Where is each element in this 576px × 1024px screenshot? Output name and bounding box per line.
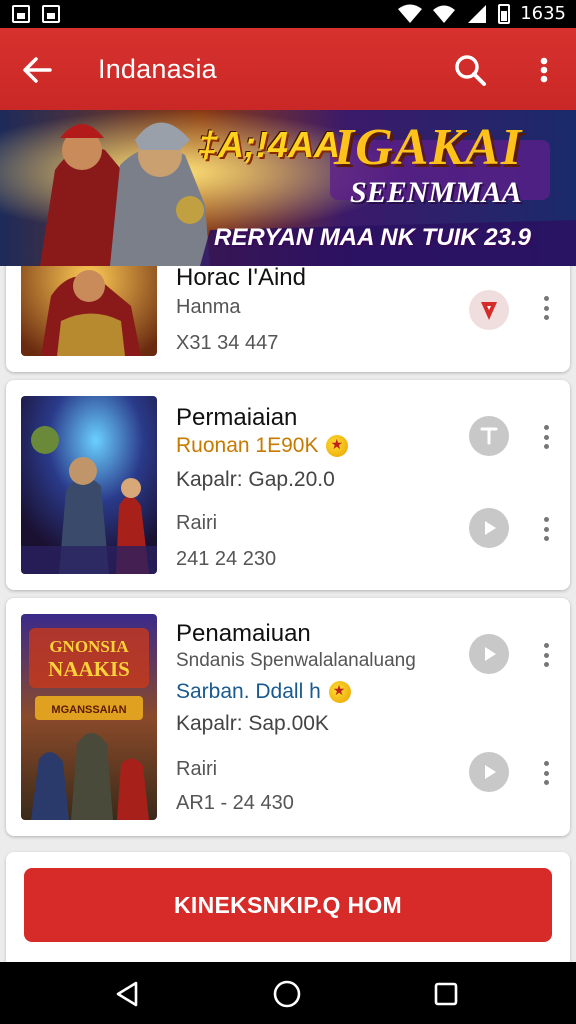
game-title: Horac I'Aind	[176, 264, 306, 291]
search-icon	[455, 55, 486, 86]
thumb-title-2: NAAKIS	[48, 657, 130, 681]
notification-icons	[12, 5, 60, 23]
nav-home-icon	[273, 980, 301, 1008]
game-title: Permaiaian	[176, 404, 298, 431]
thumb-banner-text: MGANSSAIAN	[51, 704, 126, 716]
card-menu-button-secondary[interactable]	[536, 514, 556, 544]
clock: 1635	[520, 3, 566, 24]
play-icon	[485, 647, 496, 661]
back-arrow-icon	[23, 57, 52, 83]
search-button[interactable]	[448, 48, 492, 92]
card-menu-button[interactable]	[536, 422, 556, 452]
image-notification-icon	[42, 5, 60, 23]
download-icon	[480, 427, 498, 445]
nav-recents-button[interactable]	[428, 976, 464, 1012]
card-menu-button-secondary[interactable]	[536, 758, 556, 788]
game-detail: Kapalr: Sap.00K	[176, 712, 329, 735]
game-thumbnail-3: GNONSIA NAAKIS MGANSSAIAN	[21, 614, 157, 820]
thumb-title-1: GNONSIA	[49, 637, 129, 656]
download-button[interactable]	[469, 416, 509, 456]
primary-action-button[interactable]: KINEKSNKIP.Q HOM	[24, 868, 552, 942]
nav-home-button[interactable]	[269, 976, 305, 1012]
app-bar: Indanasia	[0, 28, 576, 110]
game-thumbnail-2	[21, 396, 157, 574]
gallery-notification-icon	[12, 5, 30, 23]
game-description: Sndanis Spenwalalanaluang	[176, 650, 416, 671]
promo-banner[interactable]: ‡A;!4AA! IGAKAI SEENMMAA RERYAN MAA NK T…	[0, 110, 576, 266]
play-button[interactable]	[469, 634, 509, 674]
game-highlight-text: Sarban. Ddall h	[176, 680, 321, 703]
shield-download-icon	[481, 302, 497, 320]
banner-tagline: RERYAN MAA NK TUIK 23.9	[214, 224, 531, 251]
game-highlight: Ruonan 1E90K	[176, 434, 349, 458]
play-button[interactable]	[469, 508, 509, 548]
banner-text-left: ‡A;!4AA!	[198, 124, 353, 165]
overflow-menu-button[interactable]	[526, 48, 562, 92]
game-developer: Rairi	[176, 512, 218, 534]
game-developer: Hanma	[176, 296, 241, 318]
signal-icon	[433, 5, 456, 23]
badge-icon	[326, 435, 349, 458]
game-highlight-text: Ruonan 1E90K	[176, 434, 319, 457]
cell-signal-icon	[468, 4, 487, 23]
more-vert-icon	[540, 57, 548, 83]
game-title: Penamaiuan	[176, 620, 311, 647]
game-stats: X31 34 447	[176, 332, 279, 354]
badge-icon	[328, 681, 351, 704]
nav-back-button[interactable]	[110, 976, 146, 1012]
system-nav-bar	[0, 962, 576, 1024]
play-icon	[485, 765, 496, 779]
game-developer: Rairi	[176, 758, 218, 780]
install-button[interactable]	[469, 290, 509, 330]
nav-recents-icon	[434, 982, 458, 1006]
card-menu-button[interactable]	[536, 293, 556, 323]
game-highlight: Sarban. Ddall h	[176, 680, 351, 704]
back-button[interactable]	[16, 48, 60, 92]
game-detail: Kapalr: Gap.20.0	[176, 468, 335, 491]
battery-icon	[498, 3, 511, 24]
banner-subtitle: SEENMMAA	[350, 176, 522, 209]
game-stats: AR1 - 24 430	[176, 792, 294, 814]
game-card-3[interactable]: GNONSIA NAAKIS MGANSSAIAN Penamaiuan Snd…	[6, 598, 570, 836]
play-icon	[485, 521, 496, 535]
banner-title: IGAKAI	[334, 119, 523, 176]
game-stats: 241 24 230	[176, 548, 277, 570]
play-button-secondary[interactable]	[469, 752, 509, 792]
wifi-icon	[398, 4, 423, 23]
game-card-2[interactable]: Permaiaian Ruonan 1E90K Kapalr: Gap.20.0…	[6, 380, 570, 590]
page-title: Indanasia	[98, 54, 217, 84]
bottom-action-area: KINEKSNKIP.Q HOM	[6, 852, 570, 962]
nav-back-icon	[116, 981, 138, 1007]
card-menu-button[interactable]	[536, 640, 556, 670]
status-bar: 1635	[0, 0, 576, 28]
